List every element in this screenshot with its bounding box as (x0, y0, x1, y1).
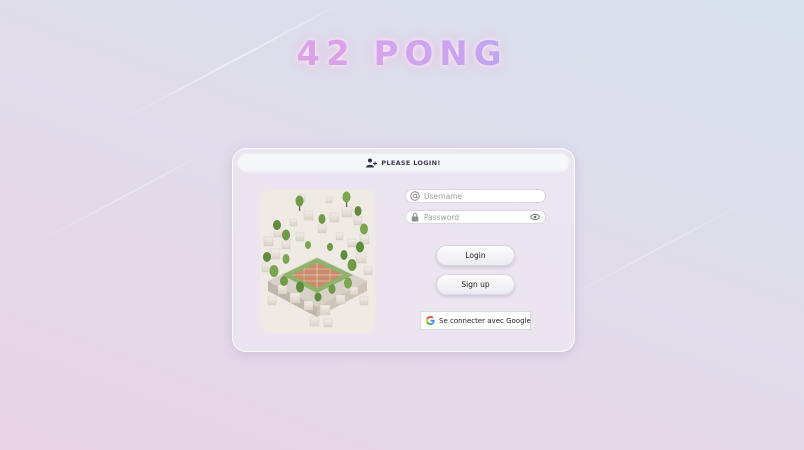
signup-button[interactable]: Sign up (436, 274, 515, 295)
eye-icon[interactable] (530, 213, 540, 221)
username-field[interactable] (405, 189, 546, 203)
app-title: 42 PONG (0, 34, 804, 74)
game-preview-image (260, 189, 375, 333)
background-streak (39, 146, 218, 242)
google-g-icon (426, 316, 435, 325)
password-field[interactable] (405, 210, 546, 224)
login-button[interactable]: Login (436, 245, 515, 266)
google-signin-button[interactable]: Se connecter avec Google (420, 311, 531, 330)
user-plus-icon (366, 158, 378, 167)
background-streak (559, 196, 755, 302)
google-signin-label: Se connecter avec Google (439, 316, 531, 325)
login-card: PLEASE LOGIN! Username Login Sign up Se … (232, 148, 575, 352)
at-sign-icon (410, 191, 420, 201)
voxel-court-illustration (260, 189, 375, 333)
lock-icon (411, 212, 419, 222)
username-input[interactable] (424, 190, 545, 202)
password-input[interactable] (424, 211, 530, 223)
login-header-label: PLEASE LOGIN! (381, 158, 441, 167)
login-card-header: PLEASE LOGIN! (236, 152, 571, 173)
